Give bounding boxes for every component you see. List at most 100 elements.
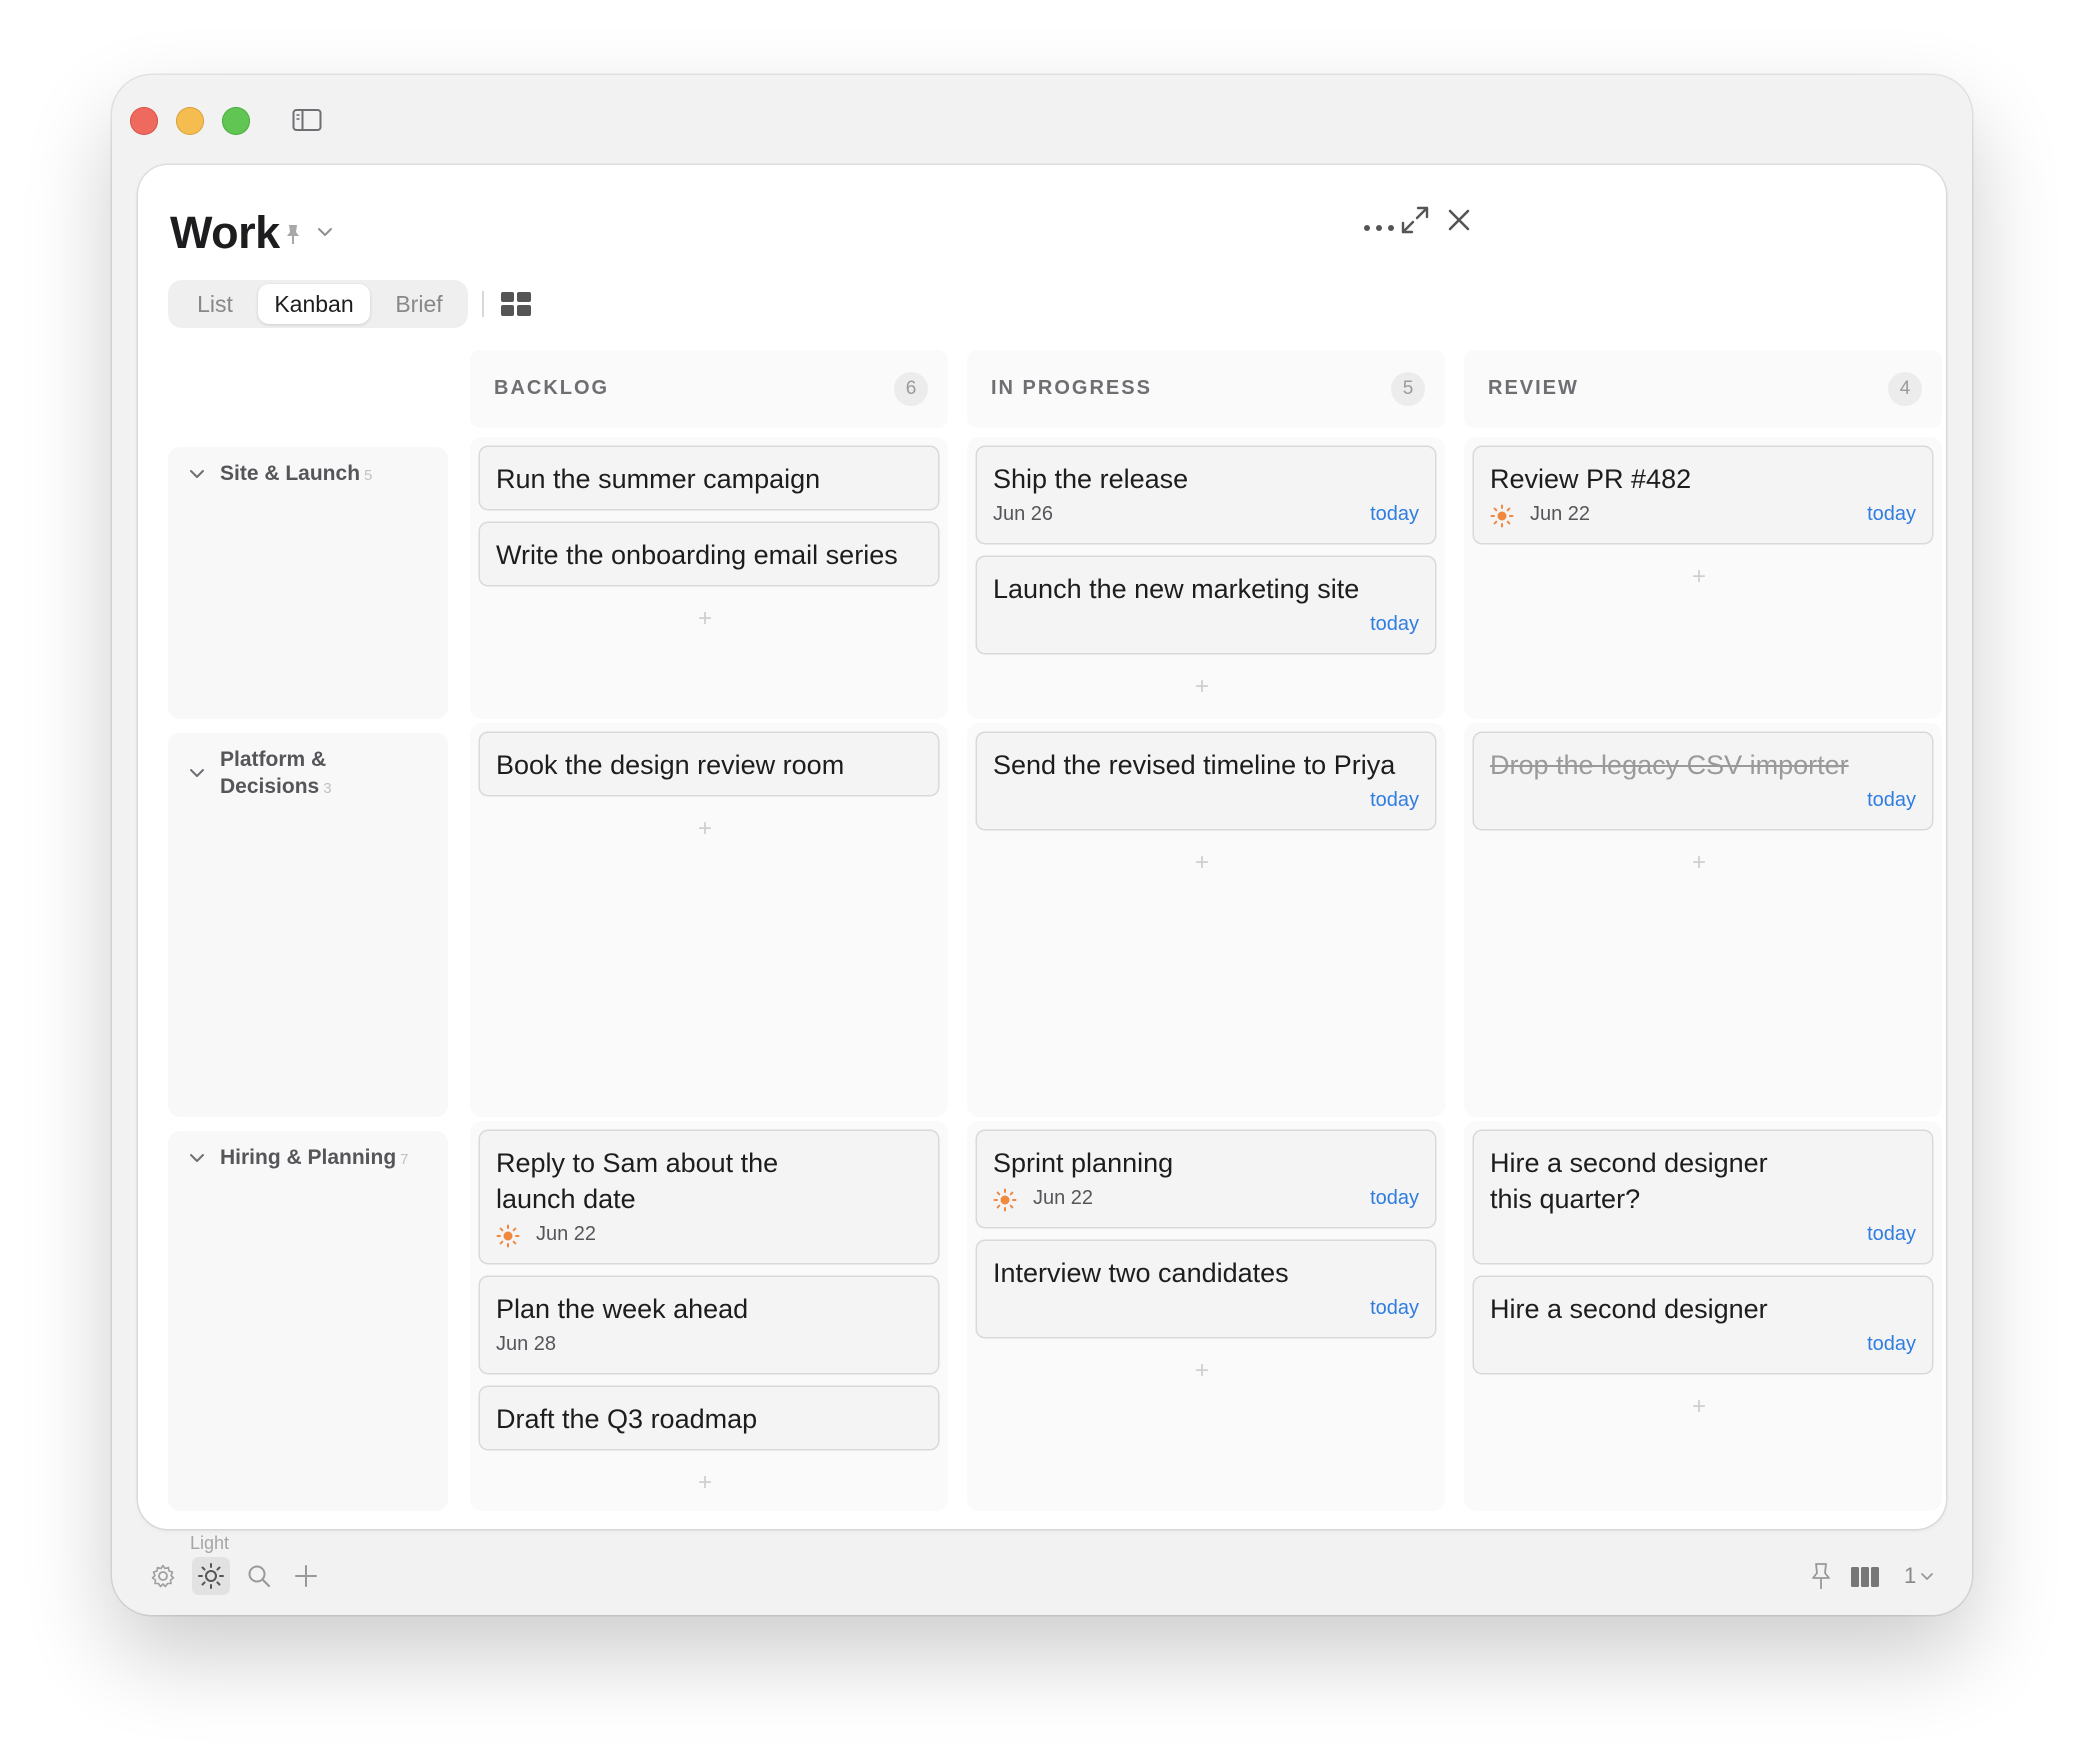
- column-count-badge: 6: [894, 372, 928, 406]
- column-count-badge: 5: [1391, 372, 1425, 406]
- group-label: Site & Launch 5: [220, 462, 373, 485]
- task-card[interactable]: Hire a second designer this quarter? tod…: [1474, 1131, 1932, 1263]
- zoom-window-button[interactable]: [222, 107, 250, 135]
- due-label: today: [1370, 1297, 1419, 1319]
- task-title: Launch the new marketing site: [993, 574, 1360, 604]
- pin-icon[interactable]: [284, 223, 302, 245]
- project-panel: Work List Kanban Brief BACKLOG 6 IN PROG…: [138, 165, 1946, 1529]
- column-count-badge: 4: [1888, 372, 1922, 406]
- sun-icon: [496, 1224, 520, 1248]
- add-task-button[interactable]: +: [698, 817, 712, 841]
- due-label: today: [1867, 789, 1916, 811]
- task-card[interactable]: Send the revised timeline to Priya today: [977, 733, 1435, 829]
- cell-hiring-in-progress: Sprint planning Jun 22 today Interview t…: [967, 1121, 1445, 1511]
- pin-icon[interactable]: [1810, 1561, 1832, 1591]
- add-task-button[interactable]: +: [1195, 1359, 1209, 1383]
- due-label: today: [1370, 789, 1419, 811]
- search-icon[interactable]: [246, 1563, 272, 1589]
- add-task-button[interactable]: +: [698, 1471, 712, 1495]
- expand-icon[interactable]: [1400, 205, 1430, 235]
- app-window: Work List Kanban Brief BACKLOG 6 IN PROG…: [112, 75, 1972, 1615]
- theme-tooltip: Light: [190, 1533, 230, 1553]
- task-card[interactable]: Interview two candidates today: [977, 1241, 1435, 1337]
- add-task-button[interactable]: +: [1692, 565, 1706, 589]
- add-icon[interactable]: [294, 1564, 318, 1588]
- cell-site-review: Review PR #482 Jun 22 today +: [1464, 437, 1942, 719]
- sun-icon: [993, 1188, 1017, 1212]
- due-label: today: [1370, 1187, 1419, 1209]
- task-card[interactable]: Run the summer campaign: [480, 447, 938, 509]
- task-title: Run the summer campaign: [496, 464, 821, 494]
- group-header-hiring-planning[interactable]: Hiring & Planning 7: [168, 1131, 448, 1511]
- gear-icon[interactable]: [150, 1563, 176, 1589]
- group-count: 7: [400, 1151, 409, 1168]
- task-date: Jun 22: [1033, 1187, 1094, 1209]
- tab-list[interactable]: List: [176, 284, 254, 324]
- task-card[interactable]: Write the onboarding email series: [480, 523, 938, 585]
- due-label: today: [1867, 503, 1916, 525]
- task-title: Hire a second designer: [1490, 1294, 1768, 1324]
- sidebar-toggle-icon[interactable]: [292, 107, 322, 133]
- due-label: today: [1370, 503, 1419, 525]
- add-task-button[interactable]: +: [1195, 675, 1209, 699]
- cell-platform-backlog: Book the design review room +: [470, 723, 948, 1117]
- close-window-button[interactable]: [130, 107, 158, 135]
- task-card[interactable]: Review PR #482 Jun 22 today: [1474, 447, 1932, 543]
- chevron-down-icon[interactable]: [188, 1151, 206, 1165]
- column-title: IN PROGRESS: [991, 377, 1152, 399]
- close-icon[interactable]: [1446, 207, 1472, 233]
- task-card[interactable]: Sprint planning Jun 22 today: [977, 1131, 1435, 1227]
- grid-layout-icon[interactable]: [500, 291, 532, 317]
- task-card-completed[interactable]: Drop the legacy CSV importer today: [1474, 733, 1932, 829]
- add-task-button[interactable]: +: [698, 607, 712, 631]
- minimize-window-button[interactable]: [176, 107, 204, 135]
- task-card[interactable]: Ship the release Jun 26 today: [977, 447, 1435, 543]
- page-title: Work: [170, 207, 280, 258]
- group-count: 5: [364, 467, 373, 484]
- task-title: Ship the release: [993, 464, 1189, 494]
- task-card[interactable]: Reply to Sam about the launch date Jun 2…: [480, 1131, 938, 1263]
- add-task-button[interactable]: +: [1195, 851, 1209, 875]
- column-header-backlog: BACKLOG 6: [470, 350, 948, 428]
- task-date: Jun 22: [536, 1223, 597, 1245]
- cell-hiring-review: Hire a second designer this quarter? tod…: [1464, 1121, 1942, 1511]
- tab-kanban[interactable]: Kanban: [258, 284, 370, 324]
- column-title: BACKLOG: [494, 377, 610, 399]
- task-card[interactable]: Draft the Q3 roadmap: [480, 1387, 938, 1449]
- page-indicator[interactable]: 1: [1904, 1563, 1916, 1589]
- cell-platform-in-progress: Send the revised timeline to Priya today…: [967, 723, 1445, 1117]
- column-title: REVIEW: [1488, 377, 1579, 399]
- task-card[interactable]: Launch the new marketing site today: [977, 557, 1435, 653]
- due-label: today: [1867, 1333, 1916, 1355]
- task-date: Jun 26: [993, 503, 1054, 525]
- task-title: Drop the legacy CSV importer: [1490, 750, 1849, 780]
- toolbar-divider: [482, 291, 484, 317]
- columns-layout-icon[interactable]: [1850, 1565, 1880, 1589]
- task-title: Write the onboarding email series: [496, 540, 898, 570]
- add-task-button[interactable]: +: [1692, 1395, 1706, 1419]
- group-label: Platform & Decisions 3: [220, 748, 332, 798]
- task-title: Draft the Q3 roadmap: [496, 1404, 758, 1434]
- cell-platform-review: Drop the legacy CSV importer today +: [1464, 723, 1942, 1117]
- task-title: Hire a second designer this quarter?: [1490, 1148, 1768, 1214]
- task-date: Jun 22: [1530, 503, 1591, 525]
- add-task-button[interactable]: +: [1692, 851, 1706, 875]
- tab-brief[interactable]: Brief: [374, 284, 464, 324]
- due-label: today: [1370, 613, 1419, 635]
- task-card[interactable]: Hire a second designer today: [1474, 1277, 1932, 1373]
- group-header-site-launch[interactable]: Site & Launch 5: [168, 447, 448, 719]
- task-date: Jun 28: [496, 1333, 557, 1355]
- chevron-down-icon[interactable]: [188, 467, 206, 481]
- more-options-icon[interactable]: [1362, 223, 1396, 233]
- task-card[interactable]: Plan the week ahead Jun 28: [480, 1277, 938, 1373]
- light-theme-sun-icon[interactable]: [192, 1557, 230, 1595]
- view-switcher: List Kanban Brief: [168, 280, 468, 328]
- chevron-down-icon[interactable]: [1920, 1572, 1934, 1582]
- chevron-down-icon[interactable]: [316, 225, 334, 239]
- due-label: today: [1867, 1223, 1916, 1245]
- task-card[interactable]: Book the design review room: [480, 733, 938, 795]
- cell-hiring-backlog: Reply to Sam about the launch date Jun 2…: [470, 1121, 948, 1511]
- task-title: Sprint planning: [993, 1148, 1174, 1178]
- chevron-down-icon[interactable]: [188, 766, 206, 780]
- group-header-platform-decisions[interactable]: Platform & Decisions 3: [168, 733, 448, 1117]
